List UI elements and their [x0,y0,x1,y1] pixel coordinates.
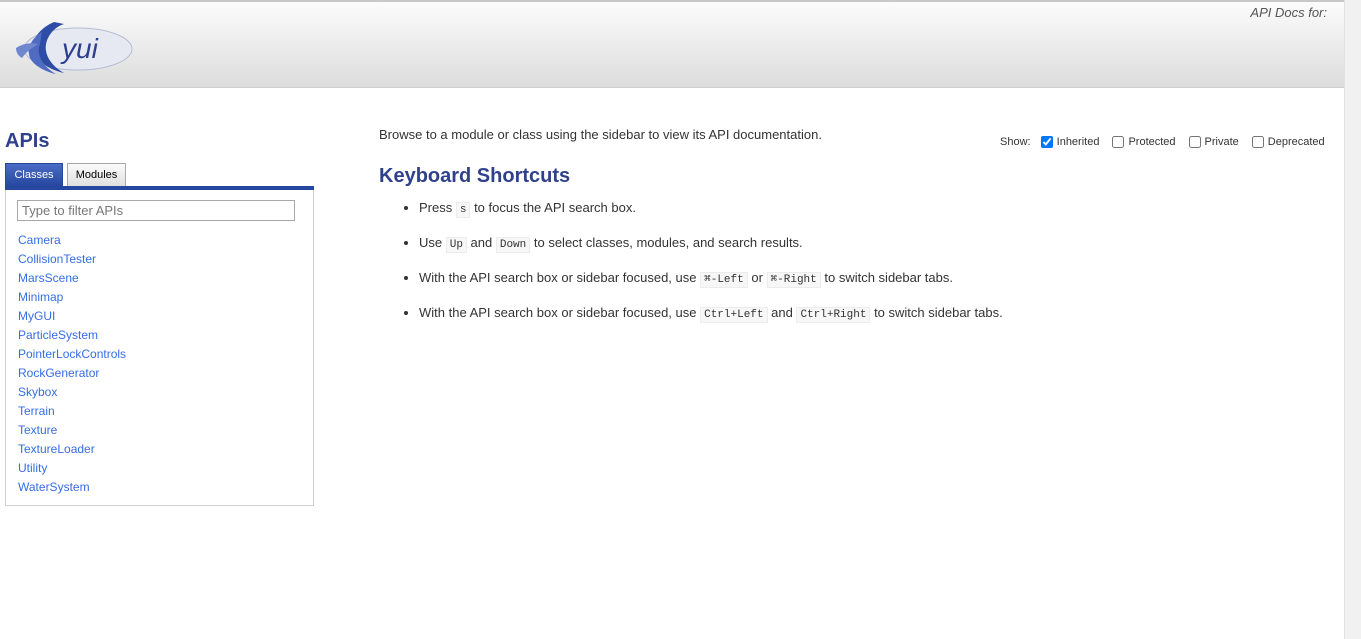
class-link[interactable]: WaterSystem [18,480,90,494]
shortcut-text: to switch sidebar tabs. [820,270,953,285]
shortcut-item: With the API search box or sidebar focus… [419,304,1003,339]
class-link[interactable]: Utility [18,461,47,475]
class-link[interactable]: ParticleSystem [18,328,98,342]
shortcut-text: to switch sidebar tabs. [870,305,1003,320]
shortcut-item: Press s to focus the API search box. [419,199,1003,234]
class-link[interactable]: Skybox [18,385,57,399]
option-inherited: Inherited [1034,136,1100,149]
class-link[interactable]: MarsScene [18,271,79,285]
deprecated-checkbox[interactable] [1251,136,1264,149]
shortcuts-list: Press s to focus the API search box.Use … [403,199,1003,339]
class-link[interactable]: Camera [18,233,61,247]
shortcut-item: With the API search box or sidebar focus… [419,269,1003,304]
filter-apis-input[interactable] [17,200,295,221]
api-list-panel: Camera CollisionTester MarsScene Minimap MyG… [5,190,314,506]
shortcuts-heading: Keyboard Shortcuts [379,165,571,187]
class-list-item: Skybox [18,382,126,401]
api-docs-label: API Docs for: [1250,5,1327,20]
key-code: Ctrl+Right [796,307,871,323]
class-list-item: WaterSystem [18,477,126,496]
class-list-item: Camera [18,230,126,249]
vertical-scrollbar[interactable] [1344,0,1361,639]
class-link[interactable]: Texture [18,423,57,437]
class-list-item: Terrain [18,401,126,420]
inherited-label: Inherited [1056,136,1100,149]
class-list-item: Texture [18,420,126,439]
show-options: Show: Inherited Protected Private Deprecate… [1000,136,1331,149]
class-list-item: PointerLockControls [18,344,126,363]
class-link[interactable]: CollisionTester [18,252,96,266]
key-code: Down [495,237,531,253]
shortcut-text: With the API search box or sidebar focus… [419,305,701,320]
class-list-item: Minimap [18,287,126,306]
deprecated-label: Deprecated [1267,136,1325,149]
shortcut-text: With the API search box or sidebar focus… [419,270,701,285]
class-list-item: Utility [18,458,126,477]
class-link[interactable]: Terrain [18,404,55,418]
class-list-item: CollisionTester [18,249,126,268]
shortcut-text: Use [419,235,446,250]
page-header: yui API Docs for: [0,0,1344,88]
shortcut-text: Press [419,200,456,215]
class-link[interactable]: RockGenerator [18,366,99,380]
class-link[interactable]: MyGUI [18,309,55,323]
key-code: Up [445,237,467,253]
option-protected: Protected [1105,136,1176,149]
class-list-item: RockGenerator [18,363,126,382]
key-code: ⌘-Right [766,272,821,288]
key-code: s [455,202,471,218]
class-link[interactable]: PointerLockControls [18,347,126,361]
shortcut-item: Use Up and Down to select classes, modul… [419,234,1003,269]
show-label: Show: [1000,136,1031,149]
shortcut-text: to select classes, modules, and search r… [530,235,803,250]
key-code: Ctrl+Left [700,307,768,323]
class-list-item: MarsScene [18,268,126,287]
svg-text:yui: yui [60,33,99,64]
class-link[interactable]: Minimap [18,290,63,304]
private-label: Private [1204,136,1239,149]
shortcut-text: and [466,235,496,250]
sidebar-title: APIs [5,130,50,152]
option-private: Private [1182,136,1239,149]
inherited-checkbox[interactable] [1040,136,1053,149]
shortcut-text: and [767,305,797,320]
option-deprecated: Deprecated [1245,136,1325,149]
protected-checkbox[interactable] [1112,136,1125,149]
yui-logo[interactable]: yui [12,18,134,76]
shortcut-text: or [747,270,767,285]
tab-classes[interactable]: Classes [5,163,63,187]
intro-text: Browse to a module or class using the si… [379,127,822,142]
class-list: Camera CollisionTester MarsScene Minimap MyG… [18,230,126,496]
class-list-item: ParticleSystem [18,325,126,344]
class-list-item: TextureLoader [18,439,126,458]
shortcut-text: to focus the API search box. [470,200,636,215]
class-list-item: MyGUI [18,306,126,325]
private-checkbox[interactable] [1188,136,1201,149]
tab-modules[interactable]: Modules [67,163,126,187]
class-link[interactable]: TextureLoader [18,442,95,456]
protected-label: Protected [1128,136,1176,149]
key-code: ⌘-Left [700,272,748,288]
